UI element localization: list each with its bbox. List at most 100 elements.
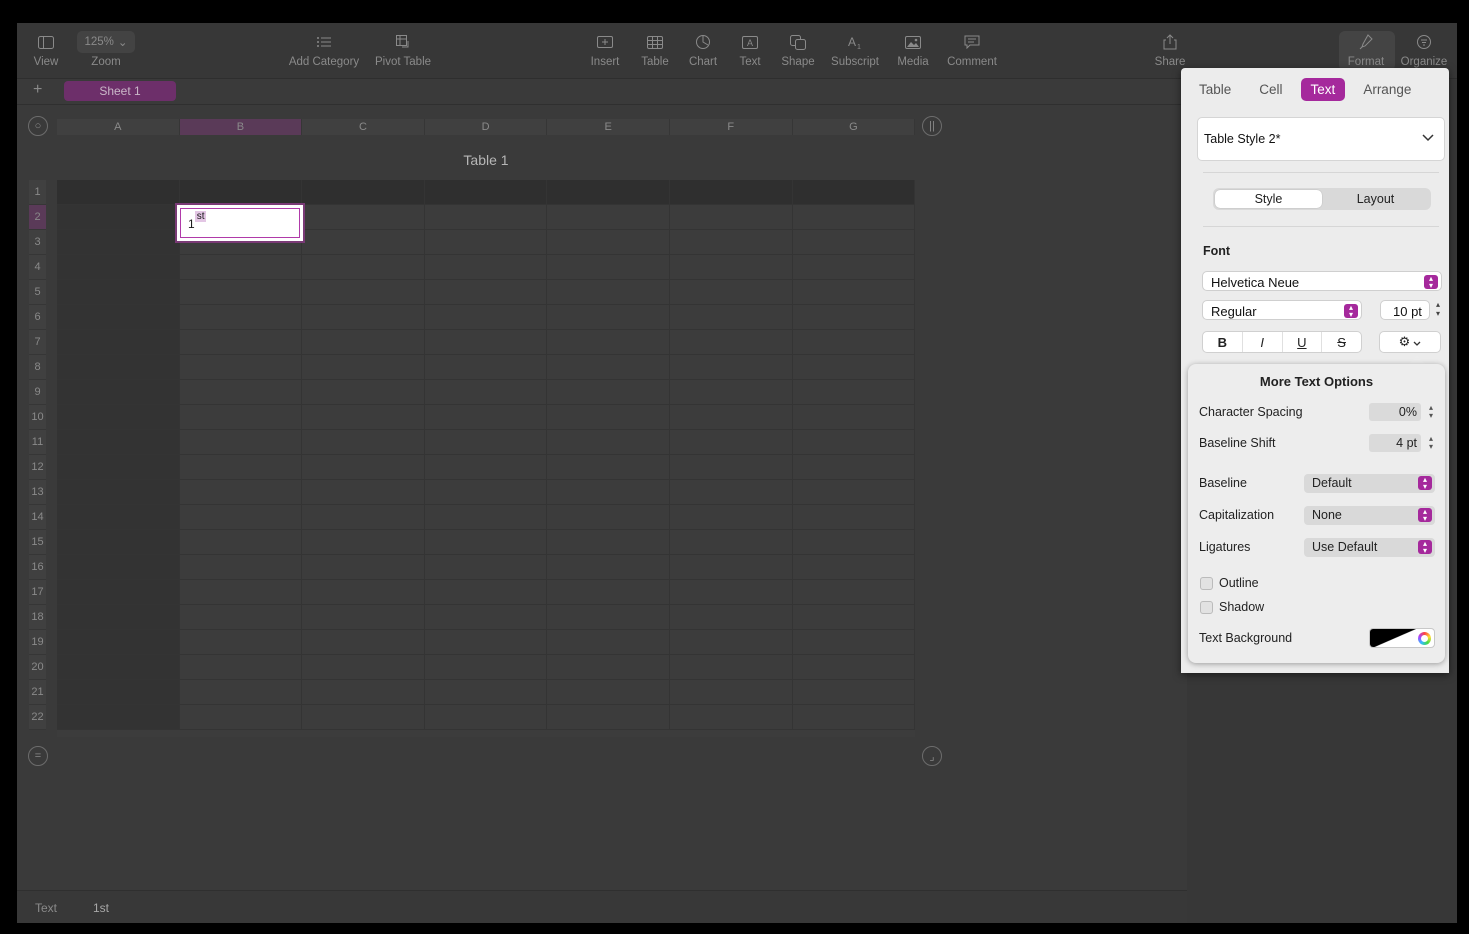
table-cell[interactable] bbox=[670, 230, 793, 255]
table-cell[interactable] bbox=[670, 630, 793, 655]
row-header-10[interactable]: 10 bbox=[29, 405, 46, 430]
table-cell[interactable] bbox=[57, 380, 180, 405]
table-cell[interactable] bbox=[302, 180, 425, 205]
table-cell[interactable] bbox=[57, 430, 180, 455]
table-cell[interactable] bbox=[792, 630, 916, 655]
table-cell[interactable] bbox=[547, 380, 670, 405]
table-cell[interactable] bbox=[547, 555, 670, 580]
bold-button[interactable]: B bbox=[1203, 332, 1243, 352]
row-header-2[interactable]: 2 bbox=[29, 205, 46, 230]
table-cell[interactable] bbox=[792, 405, 916, 430]
paragraph-style-selector[interactable]: Table Style 2* bbox=[1197, 117, 1445, 161]
editing-cell[interactable]: 1st bbox=[175, 203, 305, 243]
table-cell[interactable] bbox=[670, 355, 793, 380]
table-cell[interactable] bbox=[179, 630, 303, 655]
table-cell[interactable] bbox=[179, 330, 303, 355]
table-cell[interactable] bbox=[792, 205, 916, 230]
table-cell[interactable] bbox=[670, 430, 793, 455]
table-cell[interactable] bbox=[424, 580, 548, 605]
table-cell[interactable] bbox=[302, 430, 425, 455]
table-cell[interactable] bbox=[424, 555, 548, 580]
table-cell[interactable] bbox=[424, 330, 548, 355]
column-header-e[interactable]: E bbox=[547, 119, 670, 135]
table-cell[interactable] bbox=[424, 280, 548, 305]
table-cell[interactable] bbox=[792, 680, 916, 705]
table-cell[interactable] bbox=[57, 655, 180, 680]
column-header-b[interactable]: B bbox=[179, 119, 303, 135]
table-cell[interactable] bbox=[670, 530, 793, 555]
table-cell[interactable] bbox=[424, 380, 548, 405]
table-cell[interactable] bbox=[179, 530, 303, 555]
column-header-c[interactable]: C bbox=[302, 119, 425, 135]
table-cell[interactable] bbox=[57, 255, 180, 280]
table-cell[interactable] bbox=[547, 655, 670, 680]
table-cell[interactable] bbox=[792, 380, 916, 405]
strikethrough-button[interactable]: S bbox=[1322, 332, 1361, 352]
view-button[interactable]: View bbox=[31, 31, 61, 77]
column-header-f[interactable]: F bbox=[670, 119, 793, 135]
table-cell[interactable] bbox=[424, 430, 548, 455]
table-cell[interactable] bbox=[547, 680, 670, 705]
table-cell[interactable] bbox=[302, 205, 425, 230]
table-cell[interactable] bbox=[792, 430, 916, 455]
zoom-select[interactable]: 125% ⌄ bbox=[77, 31, 135, 53]
table-cell[interactable] bbox=[547, 480, 670, 505]
row-header-11[interactable]: 11 bbox=[29, 430, 46, 455]
table-cell[interactable] bbox=[547, 280, 670, 305]
table-cell[interactable] bbox=[547, 180, 670, 205]
table-cell[interactable] bbox=[302, 605, 425, 630]
table-cell[interactable] bbox=[302, 505, 425, 530]
table-cell[interactable] bbox=[179, 430, 303, 455]
column-header-d[interactable]: D bbox=[424, 119, 548, 135]
table-cell[interactable] bbox=[547, 530, 670, 555]
table-cell[interactable] bbox=[792, 580, 916, 605]
table-cell[interactable] bbox=[179, 505, 303, 530]
table-cell[interactable] bbox=[424, 480, 548, 505]
table-cell[interactable] bbox=[424, 205, 548, 230]
table-cell[interactable] bbox=[670, 680, 793, 705]
table-cell[interactable] bbox=[792, 705, 916, 730]
tab-text[interactable]: Text bbox=[1300, 77, 1346, 101]
table-cell[interactable] bbox=[179, 355, 303, 380]
row-header-19[interactable]: 19 bbox=[29, 630, 46, 655]
table-cell[interactable] bbox=[670, 280, 793, 305]
table-cell[interactable] bbox=[547, 230, 670, 255]
table-cell[interactable] bbox=[670, 180, 793, 205]
table-cell[interactable] bbox=[302, 280, 425, 305]
underline-button[interactable]: U bbox=[1283, 332, 1323, 352]
table-cell[interactable] bbox=[792, 355, 916, 380]
font-weight-select[interactable]: Regular ▴ ▾ bbox=[1202, 300, 1362, 320]
row-header-20[interactable]: 20 bbox=[29, 655, 46, 680]
column-header-a[interactable]: A bbox=[57, 119, 180, 135]
add-sheet-icon[interactable]: + bbox=[33, 81, 42, 99]
table-cell[interactable] bbox=[179, 280, 303, 305]
table-cell[interactable] bbox=[547, 580, 670, 605]
table-cell[interactable] bbox=[670, 555, 793, 580]
table-cell[interactable] bbox=[302, 680, 425, 705]
table-cell[interactable] bbox=[424, 655, 548, 680]
row-header-3[interactable]: 3 bbox=[29, 230, 46, 255]
table-cell[interactable] bbox=[302, 380, 425, 405]
row-header-7[interactable]: 7 bbox=[29, 330, 46, 355]
row-header-14[interactable]: 14 bbox=[29, 505, 46, 530]
table-cell[interactable] bbox=[57, 455, 180, 480]
table-cell[interactable] bbox=[57, 405, 180, 430]
table-cell[interactable] bbox=[179, 580, 303, 605]
table-cell[interactable] bbox=[57, 180, 180, 205]
table-cell[interactable] bbox=[424, 530, 548, 555]
table-cell[interactable] bbox=[670, 380, 793, 405]
chart-button[interactable]: Chart bbox=[686, 31, 720, 77]
table-cell[interactable] bbox=[424, 680, 548, 705]
table-cell[interactable] bbox=[547, 505, 670, 530]
table-cell[interactable] bbox=[547, 255, 670, 280]
outline-checkbox[interactable] bbox=[1200, 577, 1213, 590]
ligatures-select[interactable]: Use Default ▴ ▾ bbox=[1304, 538, 1435, 557]
table-cell[interactable] bbox=[792, 555, 916, 580]
table-cell[interactable] bbox=[670, 305, 793, 330]
baseline-select[interactable]: Default ▴ ▾ bbox=[1304, 474, 1435, 493]
add-category-button[interactable]: Add Category bbox=[287, 31, 361, 77]
table-cell[interactable] bbox=[57, 505, 180, 530]
table-cell[interactable] bbox=[302, 255, 425, 280]
layout-segment[interactable]: Layout bbox=[1322, 190, 1429, 208]
table-cell[interactable] bbox=[57, 530, 180, 555]
